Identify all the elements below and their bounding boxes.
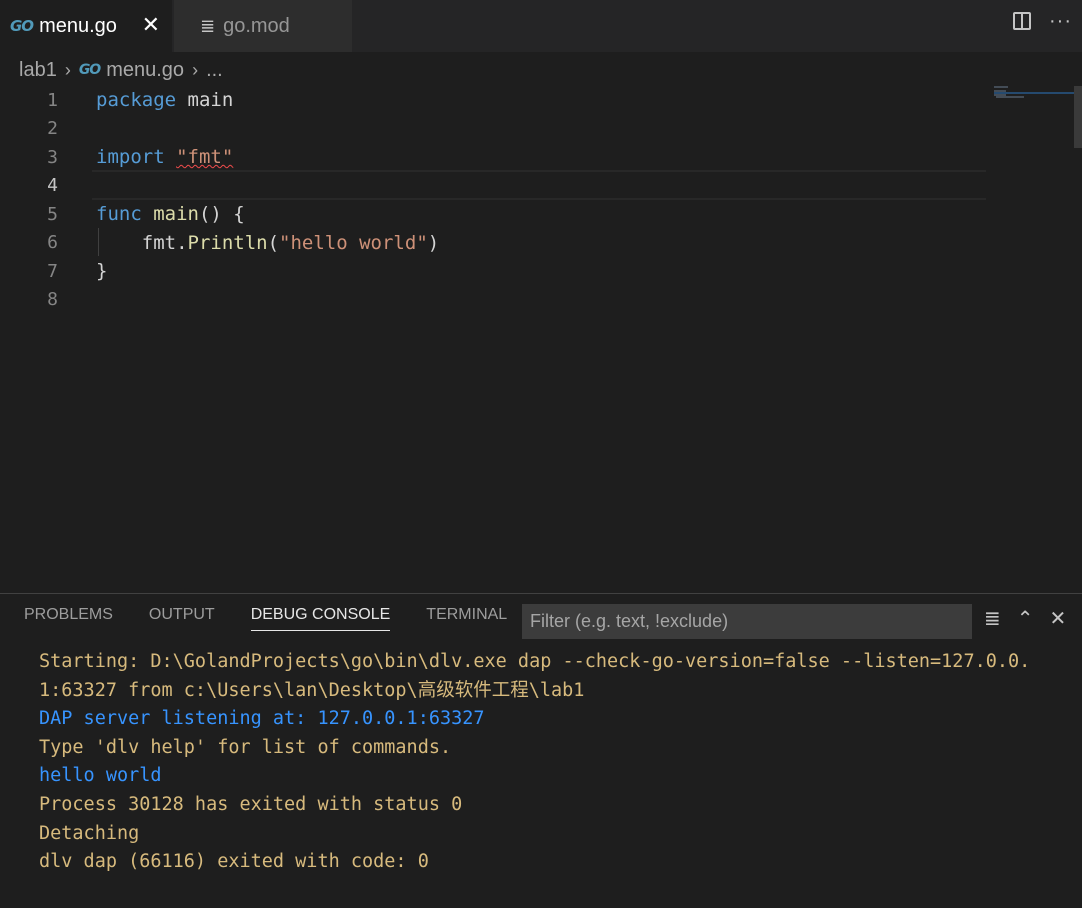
line-number: 6	[47, 232, 58, 253]
code-line: 4	[0, 172, 990, 200]
chevron-right-icon: ›	[192, 59, 199, 80]
maximize-panel-icon[interactable]: ⌃	[1017, 608, 1034, 630]
line-number: 7	[47, 260, 58, 282]
line-number: 4	[47, 175, 58, 196]
tab-debug-console[interactable]: DEBUG CONSOLE	[250, 606, 391, 631]
line-number: 3	[47, 146, 58, 168]
tab-menu-go[interactable]: GO menu.go ✕	[0, 0, 172, 52]
split-editor-icon[interactable]	[1013, 12, 1032, 30]
line-number: 5	[47, 203, 58, 225]
breadcrumb-file[interactable]: menu.go	[106, 59, 184, 82]
code-line: 7}	[0, 257, 990, 285]
console-line: Process 30128 has exited with status 0	[39, 793, 463, 815]
code-text: }	[96, 260, 108, 282]
console-line: 1:63327 from c:\Users\lan\Desktop\高级软件工程…	[39, 679, 585, 701]
close-icon[interactable]: ✕	[142, 12, 160, 38]
breadcrumb-folder[interactable]: lab1	[19, 59, 57, 82]
tab-go-mod[interactable]: ≣ go.mod	[174, 0, 352, 52]
code-text: func main() {	[96, 203, 245, 225]
breadcrumb: lab1 › GO menu.go › ...	[19, 56, 223, 84]
tab-label: menu.go	[39, 14, 117, 37]
file-lines-icon: ≣	[200, 15, 216, 36]
console-line: Starting: D:\GolandProjects\go\bin\dlv.e…	[39, 651, 1031, 672]
tab-terminal[interactable]: TERMINAL	[426, 606, 507, 631]
editor-tab-bar: GO menu.go ✕ ≣ go.mod ···	[0, 0, 1082, 52]
minimap-line	[994, 86, 1008, 88]
panel-tabs: PROBLEMS OUTPUT DEBUG CONSOLE TERMINAL	[24, 606, 507, 631]
go-file-icon: GO	[78, 62, 101, 78]
code-line: 3 import "fmt"	[0, 143, 990, 171]
code-line: 6 fmt.Println("hello world")	[0, 229, 990, 257]
filter-input[interactable]: Filter (e.g. text, !exclude)	[522, 604, 972, 639]
debug-console-output: Starting: D:\GolandProjects\go\bin\dlv.e…	[39, 648, 1075, 877]
console-line: hello world	[39, 765, 162, 787]
chevron-right-icon: ›	[64, 59, 71, 80]
code-line: 8	[0, 286, 990, 314]
tab-label: go.mod	[223, 14, 290, 37]
vertical-scrollbar[interactable]	[1074, 86, 1082, 148]
code-text: package main	[96, 89, 234, 111]
close-panel-icon[interactable]: ✕	[1050, 608, 1067, 630]
code-text: fmt.Println("hello world")	[96, 231, 440, 254]
editor-actions: ···	[1013, 11, 1072, 31]
go-file-icon: GO	[10, 17, 34, 35]
code-editor[interactable]: 1 package main 2 3 import "fmt" 4 5 func main()…	[0, 86, 1082, 592]
clear-console-icon[interactable]: ≣	[984, 608, 1001, 630]
code-line: 2	[0, 115, 990, 143]
line-number: 1	[47, 89, 58, 111]
line-number: 2	[47, 118, 58, 139]
console-line: Type 'dlv help' for list of commands.	[39, 736, 452, 758]
console-line: dlv dap (66116) exited with code: 0	[39, 851, 429, 873]
breadcrumb-ellipsis[interactable]: ...	[206, 59, 223, 82]
line-number: 8	[47, 289, 58, 310]
code-text: import "fmt"	[96, 146, 234, 168]
panel-actions: ≣ ⌃ ✕	[984, 608, 1066, 630]
tab-problems[interactable]: PROBLEMS	[24, 606, 113, 631]
code-line: 1 package main	[0, 86, 990, 114]
bottom-panel: PROBLEMS OUTPUT DEBUG CONSOLE TERMINAL F…	[0, 593, 1082, 908]
console-line: DAP server listening at: 127.0.0.1:63327	[39, 708, 485, 730]
console-line: Detaching	[39, 822, 140, 844]
minimap-line	[996, 96, 1024, 98]
tab-output[interactable]: OUTPUT	[149, 606, 215, 631]
code-line: 5 func main() {	[0, 200, 990, 228]
minimap[interactable]	[992, 86, 1074, 592]
minimap-current-line	[994, 92, 1074, 94]
more-actions-icon[interactable]: ···	[1049, 11, 1072, 31]
